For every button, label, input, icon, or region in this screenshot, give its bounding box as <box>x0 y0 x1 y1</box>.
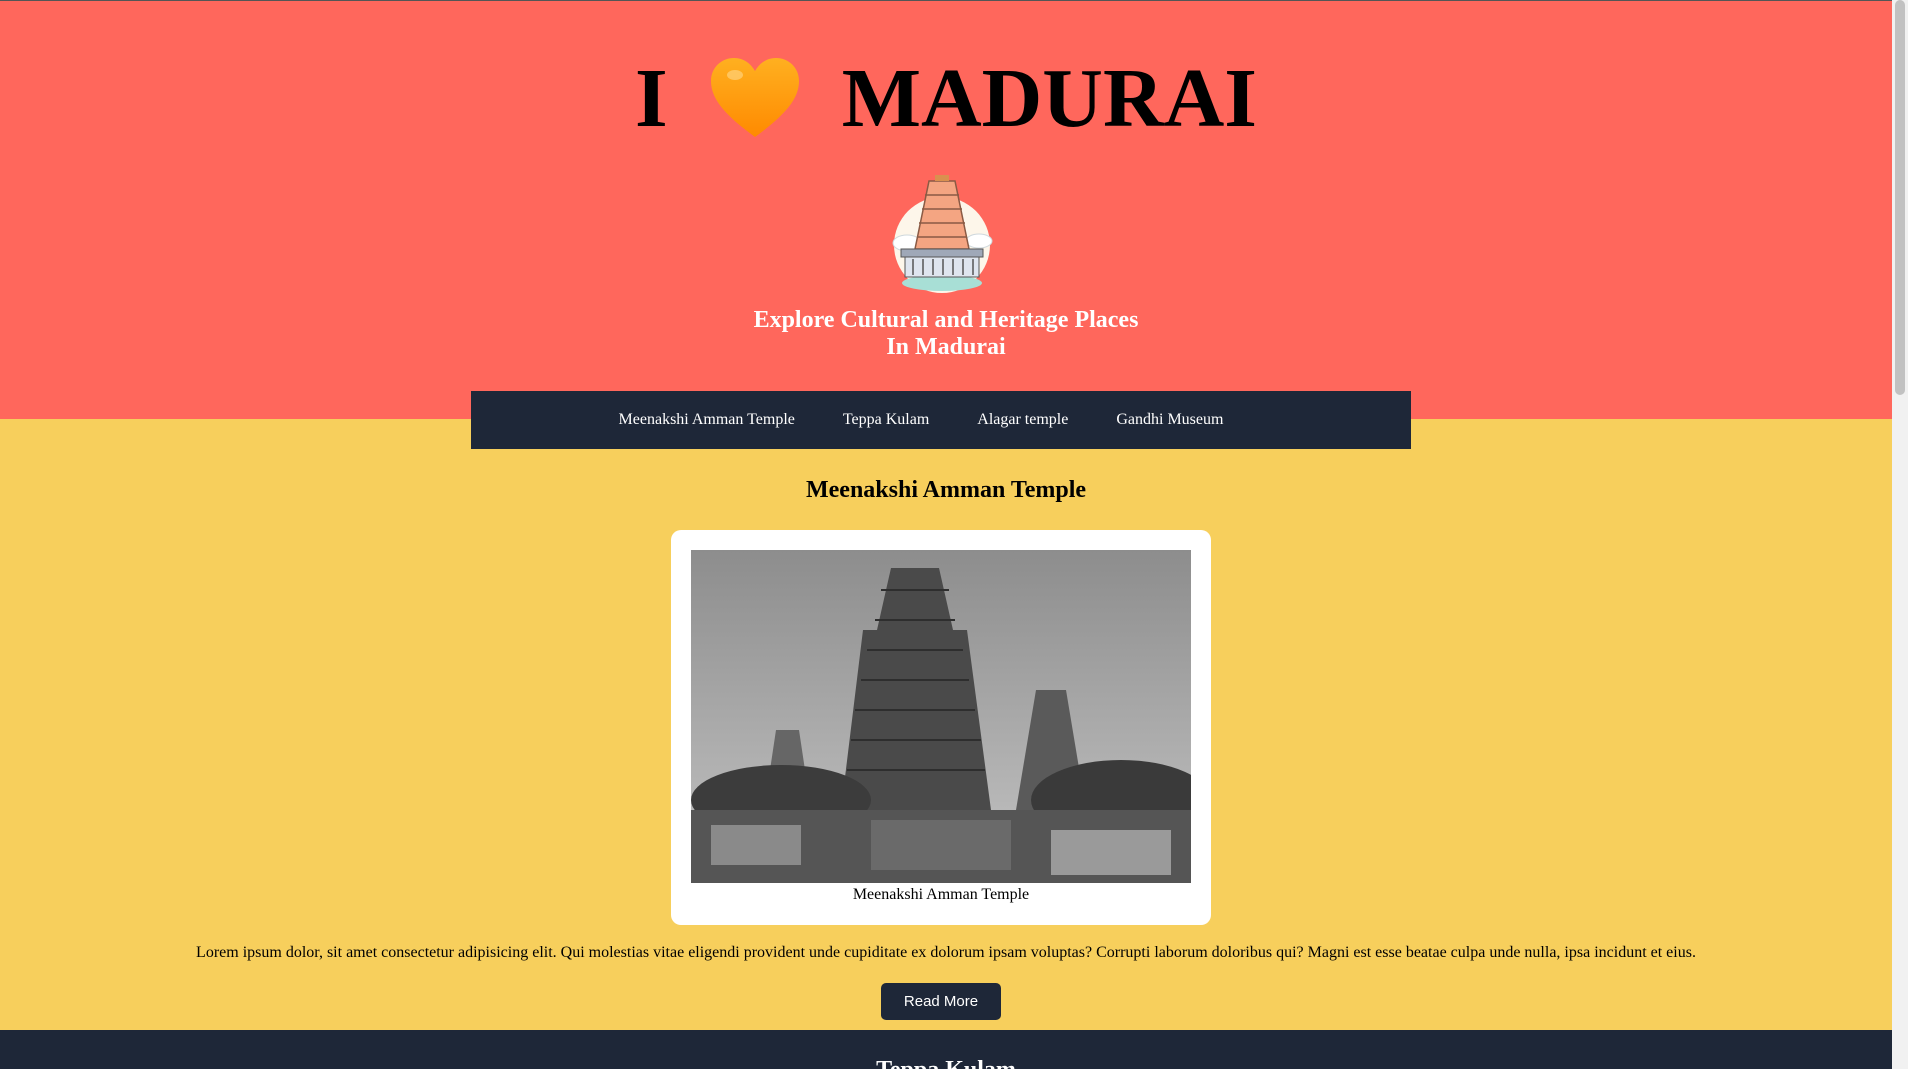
scrollbar-thumb[interactable] <box>1895 0 1905 395</box>
section-description: Lorem ipsum dolor, sit amet consectetur … <box>196 944 1696 961</box>
nav-item-gandhi-museum[interactable]: Gandhi Museum <box>1092 411 1247 429</box>
section-title: Meenakshi Amman Temple <box>805 477 1087 503</box>
orange-heart-icon <box>710 58 799 137</box>
site-title: I MADURAI <box>0 49 1892 149</box>
next-section-title: Teppa Kulam <box>0 1054 1892 1069</box>
read-more-button[interactable]: Read More <box>881 983 1001 1020</box>
temple-logo <box>892 175 993 293</box>
nav-item-meenakshi-amman-temple[interactable]: Meenakshi Amman Temple <box>595 411 819 429</box>
title-prefix: I <box>635 52 668 145</box>
site-tagline: Explore Cultural and Heritage Places In … <box>753 307 1139 360</box>
image-caption: Meenakshi Amman Temple <box>852 886 1030 903</box>
temple-photo <box>691 550 1191 883</box>
title-suffix: MADURAI <box>841 52 1257 145</box>
site-header: I MADURAI Explore Cultural and Heritage … <box>0 1 1892 419</box>
next-section: Teppa Kulam <box>0 1030 1892 1069</box>
image-card: Meenakshi Amman Temple <box>671 530 1211 925</box>
nav-item-teppa-kulam[interactable]: Teppa Kulam <box>819 411 953 429</box>
nav-item-alagar-temple[interactable]: Alagar temple <box>953 411 1092 429</box>
main-nav: Meenakshi Amman Temple Teppa Kulam Alaga… <box>471 391 1411 449</box>
